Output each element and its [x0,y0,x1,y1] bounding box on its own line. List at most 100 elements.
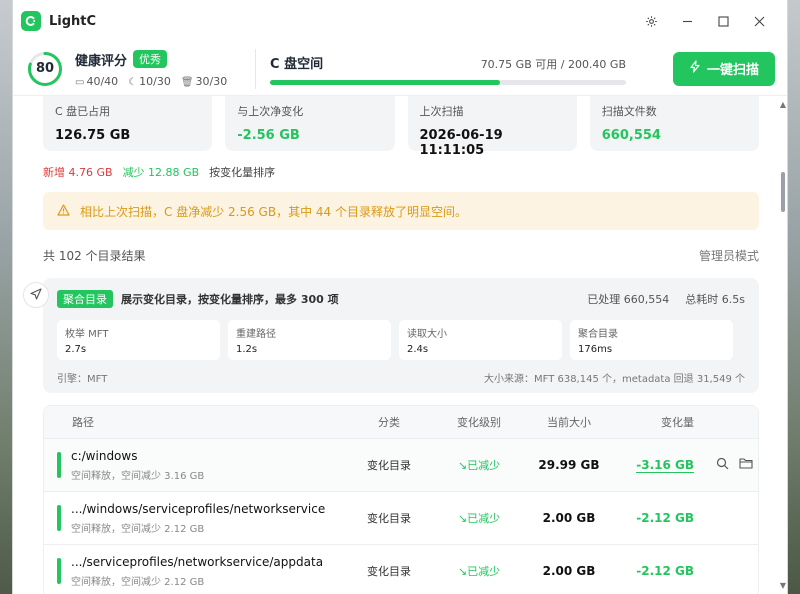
minimize-button[interactable] [669,6,705,36]
navigation-arrow-icon [30,287,42,303]
desktop-wallpaper-right [786,0,800,594]
row-change: -2.12 GB [614,511,694,525]
disk-free-text: 70.75 GB 可用 / 200.40 GB [480,57,626,71]
table-row[interactable]: c:/windows 空间释放，空间减少 3.16 GB 变化目录 ↘已减少 2… [44,438,758,491]
moon-icon: ☾ [128,76,138,88]
table-header: 路径 分类 变化级别 当前大小 变化量 [44,406,758,438]
content-scrollbar[interactable]: ▲ ▼ [779,100,787,590]
disk-space-panel: C 盘空间 70.75 GB 可用 / 200.40 GB [270,53,637,85]
stat-value: -2.56 GB [237,128,300,143]
health-score-value: 80 [35,60,55,76]
timing-label: 枚举 MFT [65,329,109,340]
stat-value: 660,554 [601,128,661,143]
app-title: LightC [49,13,97,29]
stat-label: 扫描文件数 [601,105,657,118]
search-icon[interactable] [716,457,729,473]
lightning-icon [689,60,701,77]
row-change: -3.16 GB [614,458,694,473]
row-level: ↘已减少 [434,563,524,579]
results-count: 共 102 个目录结果 [43,249,146,263]
total-time: 总耗时 6.5s [685,293,745,306]
close-button[interactable] [741,6,777,36]
trend-down-icon: ↘ [457,512,468,525]
sort-mode[interactable]: 按变化量排序 [209,164,275,180]
timing-cards: 枚举 MFT 2.7s 重建路径 1.2s 读取大小 2.4s 聚合目录 176… [57,320,745,360]
row-level-text: 已减少 [467,459,501,472]
stats-row: C 盘已占用 126.75 GB 与上次净变化 -2.56 GB 上次扫描 20… [43,96,759,158]
maximize-button[interactable] [705,6,741,36]
stat-label: 上次扫描 [419,105,464,118]
row-size: 29.99 GB [538,458,600,472]
stat-label: C 盘已占用 [55,105,111,118]
merged-badge: 聚合目录 [57,290,113,308]
metric-trash-value: 30/30 [195,74,228,88]
scroll-down-icon[interactable]: ▼ [779,581,787,590]
summary-header: 80 健康评分 优秀 ▭ 40/40 ☾ 10/30 🗑 30/30 C 盘空间 70… [13,42,787,96]
timing-card-enumerate-mft: 枚举 MFT 2.7s [57,320,220,360]
merged-directory-panel: 聚合目录 展示变化目录，按变化量排序，最多 300 项 已处理 660,554 … [43,278,759,393]
metric-moon: ☾ 10/30 [128,75,171,88]
table-row[interactable]: .../serviceprofiles/networkservice/appda… [44,544,758,594]
stat-value: 126.75 GB [55,128,131,143]
stat-card-net-change: 与上次净变化 -2.56 GB [225,96,395,151]
row-path: .../windows/serviceprofiles/networkservi… [71,501,326,516]
column-header-change[interactable]: 变化量 [614,414,694,430]
column-header-category[interactable]: 分类 [344,414,434,430]
timing-card-read-sizes: 读取大小 2.4s [399,320,562,360]
row-category: 变化目录 [367,459,411,472]
timing-card-rebuild-paths: 重建路径 1.2s [228,320,391,360]
timing-value: 2.7s [65,344,87,355]
one-click-scan-button[interactable]: 一键扫描 [673,51,775,86]
row-change: -2.12 GB [614,564,694,578]
row-size: 2.00 GB [542,511,596,525]
navigate-arrow-button[interactable] [23,282,49,308]
row-size: 2.00 GB [542,564,596,578]
directory-table: 路径 分类 变化级别 当前大小 变化量 c:/windows 空间释放，空间减少… [43,405,759,594]
health-title: 健康评分 [75,53,128,69]
title-bar[interactable]: LightC [13,0,787,42]
row-path: .../serviceprofiles/networkservice/appda… [71,554,324,569]
timing-value: 2.4s [407,344,429,355]
admin-mode-label: 管理员模式 [698,249,759,263]
table-row[interactable]: .../windows/serviceprofiles/networkservi… [44,491,758,544]
scroll-thumb[interactable] [781,172,785,212]
disk-usage-bar [270,79,626,85]
scroll-up-icon[interactable]: ▲ [779,100,787,109]
settings-icon[interactable] [633,6,669,36]
column-header-path[interactable]: 路径 [44,414,344,430]
row-level: ↘已减少 [434,457,524,473]
row-category: 变化目录 [367,512,411,525]
row-level-text: 已减少 [467,512,501,525]
results-summary: 共 102 个目录结果 管理员模式 [43,247,759,264]
app-window: LightC 80 健康评分 优秀 ▭ 40/40 ☾ 10/30 🗑 30/3… [12,0,788,594]
timing-value: 176ms [578,344,613,355]
change-summary: 新增 4.76 GB 减少 12.88 GB 按变化量排序 [43,164,759,180]
health-panel: 健康评分 优秀 ▭ 40/40 ☾ 10/30 🗑 30/30 [75,50,235,88]
stat-card-used: C 盘已占用 126.75 GB [43,96,213,151]
column-header-level[interactable]: 变化级别 [434,414,524,430]
timing-card-aggregate: 聚合目录 176ms [570,320,733,360]
alert-text: 相比上次扫描，C 盘净减少 2.56 GB，其中 44 个目录释放了明显空间。 [80,204,467,219]
metric-moon-value: 10/30 [139,74,171,88]
metric-trash: 🗑 30/30 [181,75,227,88]
change-alert: 相比上次扫描，C 盘净减少 2.56 GB，其中 44 个目录释放了明显空间。 [43,192,759,230]
open-folder-icon[interactable] [739,457,753,473]
scan-results-content[interactable]: C 盘已占用 126.75 GB 与上次净变化 -2.56 GB 上次扫描 20… [13,96,787,594]
disk-usage-fill [270,79,501,85]
column-header-size[interactable]: 当前大小 [524,414,614,430]
increase-total: 新增 4.76 GB [43,166,113,179]
drive-icon: ▭ [75,76,85,88]
trash-icon: 🗑 [180,76,194,88]
row-level-text: 已减少 [467,565,501,578]
timing-label: 读取大小 [407,329,447,340]
row-subtitle: 空间释放，空间减少 2.12 GB [71,523,205,535]
trend-down-icon: ↘ [457,565,468,578]
scan-button-label: 一键扫描 [706,63,759,78]
row-subtitle: 空间释放，空间减少 2.12 GB [71,576,205,588]
health-score-ring: 80 [27,51,63,87]
stat-value: 2026-06-19 11:11:05 [419,128,503,158]
row-subtitle: 空间释放，空间减少 3.16 GB [71,470,205,482]
timing-label: 重建路径 [236,329,276,340]
row-path: c:/windows [71,448,138,463]
warning-icon [57,203,70,219]
